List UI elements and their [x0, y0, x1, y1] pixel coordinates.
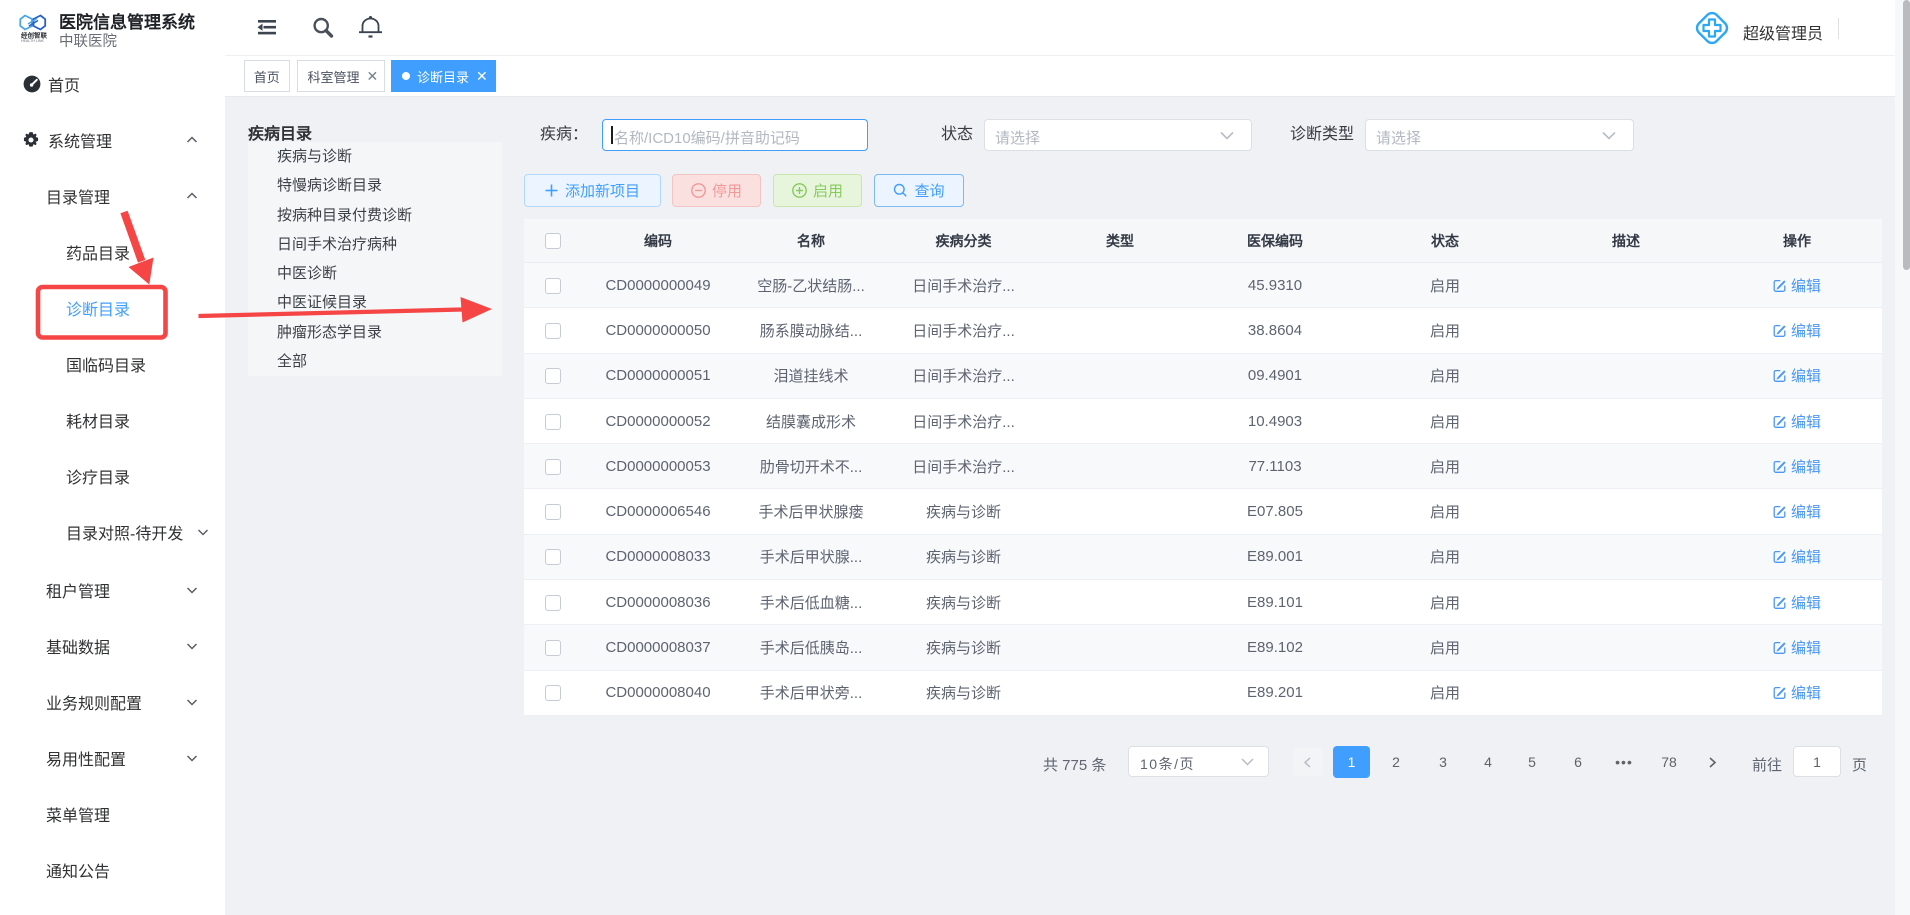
svg-text:HEALTH LINK: HEALTH LINK — [21, 39, 45, 43]
